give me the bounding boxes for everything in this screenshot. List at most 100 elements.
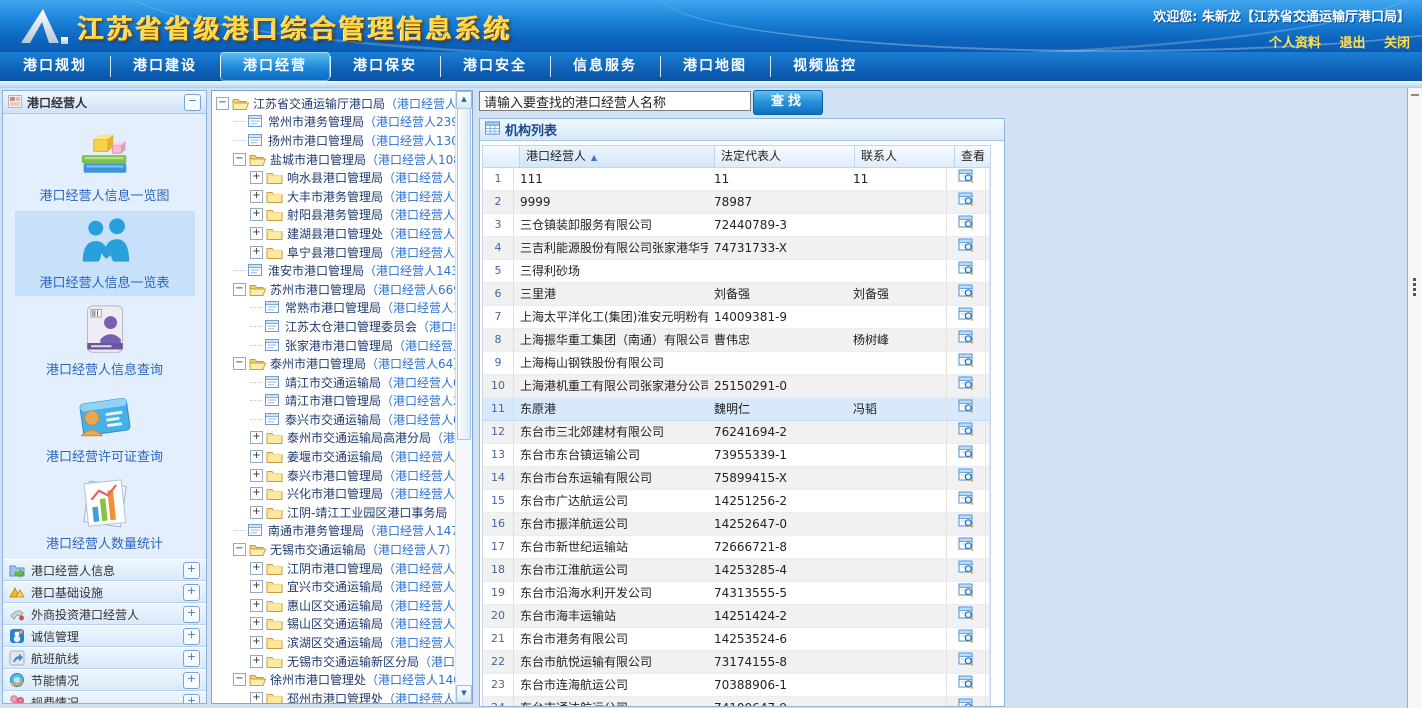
table-row[interactable]: 22东台市航悦运输有限公司73174155-8 xyxy=(483,651,990,674)
minus-expander-icon[interactable]: − xyxy=(233,673,246,686)
tree-node[interactable]: 扬州市港口管理局（港口经营人130） xyxy=(212,131,456,150)
nav-tab-7[interactable]: 港口地图 xyxy=(660,52,770,81)
plus-expander-icon[interactable]: + xyxy=(250,487,263,500)
tree-node[interactable]: 江苏太仓港口管理委员会（港口经营 xyxy=(212,317,456,336)
nav-tab-6[interactable]: 信息服务 xyxy=(550,52,660,81)
sidebar-item-4[interactable]: 港口经营许可证查询 xyxy=(15,385,195,470)
tree-node[interactable]: +滨湖区交通运输局（港口经营人1） xyxy=(212,633,456,652)
table-row[interactable]: 11东原港魏明仁冯韬 xyxy=(483,398,990,421)
accordion-item-2[interactable]: 港口基础设施+ xyxy=(3,581,206,603)
table-row[interactable]: 18东台市江淮航运公司14253285-4 xyxy=(483,559,990,582)
table-row[interactable]: 17东台市新世纪运输站72666721-8 xyxy=(483,536,990,559)
tree-node[interactable]: +江阴-靖江工业园区港口事务局（港口 xyxy=(212,503,456,522)
tree-node[interactable]: +邳州市港口管理处（港口经营人36） xyxy=(212,689,456,703)
view-record-icon[interactable] xyxy=(958,421,974,443)
plus-expander-icon[interactable]: + xyxy=(250,227,263,240)
view-record-icon[interactable] xyxy=(958,398,974,420)
plus-expander-icon[interactable]: + xyxy=(250,208,263,221)
tree-node[interactable]: −盐城市港口管理局（港口经营人108） xyxy=(212,150,456,169)
view-record-icon[interactable] xyxy=(958,651,974,673)
nav-tab-1[interactable]: 港口规划 xyxy=(0,52,110,81)
plus-expander-icon[interactable]: + xyxy=(250,692,263,703)
tree-node[interactable]: +建湖县港口管理处（港口经营人0） xyxy=(212,224,456,243)
view-record-icon[interactable] xyxy=(958,237,974,259)
sidebar-item-2[interactable]: 港口经营人信息一览表 xyxy=(15,211,195,296)
table-row[interactable]: 12东台市三北郊建材有限公司76241694-2 xyxy=(483,421,990,444)
accordion-item-4[interactable]: 诚信管理+ xyxy=(3,625,206,647)
tree-node[interactable]: 常州市港务管理局（港口经营人239） xyxy=(212,113,456,132)
plus-expander-icon[interactable]: + xyxy=(250,562,263,575)
tree-node[interactable]: +兴化市港口管理局（港口经营人1） xyxy=(212,484,456,503)
tree-node[interactable]: −徐州市港口管理处（港口经营人140） xyxy=(212,670,456,689)
expand-plus-button[interactable]: + xyxy=(183,694,200,705)
view-record-icon[interactable] xyxy=(958,536,974,558)
tree-node[interactable]: +射阳县港务管理局（港口经营人0） xyxy=(212,206,456,225)
sidebar-item-3[interactable]: 港口经营人信息查询 xyxy=(15,298,195,383)
nav-tab-3[interactable]: 港口经营 xyxy=(220,52,330,81)
search-input[interactable] xyxy=(479,91,751,111)
table-row[interactable]: 7上海太平洋化工(集团)淮安元明粉有...14009381-9 xyxy=(483,306,990,329)
tree-node[interactable]: −泰州市港口管理局（港口经营人64） xyxy=(212,354,456,373)
nav-tab-4[interactable]: 港口保安 xyxy=(330,52,440,81)
tree-scrollbar[interactable]: ▲ ▼ xyxy=(455,91,472,703)
plus-expander-icon[interactable]: + xyxy=(250,469,263,482)
view-record-icon[interactable] xyxy=(958,628,974,650)
scroll-up-icon[interactable]: ▲ xyxy=(456,91,472,109)
table-row[interactable]: 15东台市广达航运公司14251256-2 xyxy=(483,490,990,513)
tree-node[interactable]: +大丰市港务管理局（港口经营人0） xyxy=(212,187,456,206)
minus-expander-icon[interactable]: − xyxy=(233,283,246,296)
tree-node[interactable]: 张家港市港口管理局（港口经营人10 xyxy=(212,336,456,355)
tree-node[interactable]: −无锡市交通运输局（港口经营人7） xyxy=(212,540,456,559)
tree-node[interactable]: +宜兴市交通运输局（港口经营人2） xyxy=(212,577,456,596)
view-record-icon[interactable] xyxy=(958,214,974,236)
tree-node[interactable]: +泰州市交通运输局高港分局（港口经 xyxy=(212,429,456,448)
view-record-icon[interactable] xyxy=(958,582,974,604)
plus-expander-icon[interactable]: + xyxy=(250,506,263,519)
table-row[interactable]: 19东台市沿海水利开发公司74313555-5 xyxy=(483,582,990,605)
tree-node[interactable]: 淮安市港口管理局（港口经营人143） xyxy=(212,261,456,280)
plus-expander-icon[interactable]: + xyxy=(250,190,263,203)
accordion-item-6[interactable]: 节能情况+ xyxy=(3,669,206,691)
view-record-icon[interactable] xyxy=(958,467,974,489)
accordion-item-5[interactable]: 航班航线+ xyxy=(3,647,206,669)
tree-node[interactable]: 泰兴市交通运输局（港口经营人0） xyxy=(212,410,456,429)
scrollbar-thumb[interactable] xyxy=(457,108,471,440)
view-record-icon[interactable] xyxy=(958,352,974,374)
plus-expander-icon[interactable]: + xyxy=(250,450,263,463)
table-row[interactable]: 11111111 xyxy=(483,168,990,191)
tree-node[interactable]: +姜堰市交通运输局（港口经营人0） xyxy=(212,447,456,466)
accordion-item-3[interactable]: 外商投资港口经营人+ xyxy=(3,603,206,625)
view-record-icon[interactable] xyxy=(958,306,974,328)
view-record-icon[interactable] xyxy=(958,513,974,535)
plus-expander-icon[interactable]: + xyxy=(250,431,263,444)
view-record-icon[interactable] xyxy=(958,329,974,351)
plus-expander-icon[interactable]: + xyxy=(250,171,263,184)
plus-expander-icon[interactable]: + xyxy=(250,636,263,649)
plus-expander-icon[interactable]: + xyxy=(250,617,263,630)
expand-plus-button[interactable]: + xyxy=(183,584,200,601)
view-record-icon[interactable] xyxy=(958,559,974,581)
tree-node[interactable]: 南通市港务管理局（港口经营人147） xyxy=(212,522,456,541)
column-header-2[interactable]: 法定代表人 xyxy=(715,146,855,167)
expand-plus-button[interactable]: + xyxy=(183,562,200,579)
view-record-icon[interactable] xyxy=(958,674,974,696)
nav-tab-8[interactable]: 视频监控 xyxy=(770,52,880,81)
column-header-4[interactable]: 查看 xyxy=(955,146,991,167)
table-row[interactable]: 24东台市通达航运公司74100647-9 xyxy=(483,697,990,706)
column-header-1[interactable]: 港口经营人▲ xyxy=(520,146,715,167)
tree-node[interactable]: 靖江市港口管理局（港口经营人26） xyxy=(212,392,456,411)
column-header-numberer[interactable] xyxy=(483,146,520,167)
table-row[interactable]: 4三吉利能源股份有限公司张家港华宇...74731733-X xyxy=(483,237,990,260)
collapse-handle-icon[interactable] xyxy=(1411,94,1419,96)
plus-expander-icon[interactable]: + xyxy=(250,580,263,593)
minus-expander-icon[interactable]: − xyxy=(233,357,246,370)
accordion-item-7[interactable]: 规费情况+ xyxy=(3,691,206,704)
tree-node[interactable]: 靖江市交通运输局（港口经营人0） xyxy=(212,373,456,392)
profile-link[interactable]: 个人资料 xyxy=(1269,36,1321,51)
view-record-icon[interactable] xyxy=(958,375,974,397)
table-row[interactable]: 23东台市连海航运公司70388906-1 xyxy=(483,674,990,697)
plus-expander-icon[interactable]: + xyxy=(250,246,263,259)
expand-plus-button[interactable]: + xyxy=(183,650,200,667)
expand-plus-button[interactable]: + xyxy=(183,606,200,623)
plus-expander-icon[interactable]: + xyxy=(250,655,263,668)
